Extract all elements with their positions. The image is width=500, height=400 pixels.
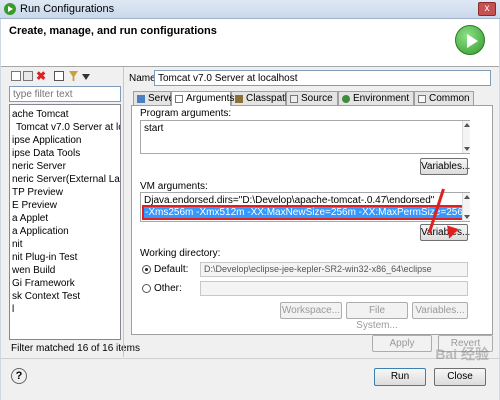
classpath-icon xyxy=(235,95,243,103)
tree-item[interactable]: a Application xyxy=(10,225,69,238)
tree-item[interactable]: wen Build xyxy=(10,264,55,277)
tab-label: Source xyxy=(301,93,333,104)
filter-status: Filter matched 16 of 16 items xyxy=(11,343,140,354)
title-bar: Run Configurations x xyxy=(0,0,500,19)
other-dir-field xyxy=(200,281,468,296)
panel-splitter[interactable] xyxy=(123,67,124,357)
new-config-icon[interactable] xyxy=(11,71,21,81)
program-args-variables-button[interactable]: Variables... xyxy=(420,158,470,175)
collapse-all-icon[interactable] xyxy=(54,71,64,81)
tab-server[interactable]: Server xyxy=(133,91,177,105)
footer-separator xyxy=(1,358,499,359)
vm-args-label: VM arguments: xyxy=(140,181,208,192)
view-menu-chevron-down-icon[interactable] xyxy=(82,74,90,80)
window-title: Run Configurations xyxy=(20,3,115,15)
tree-item[interactable]: ipse Data Tools xyxy=(10,147,80,160)
tab-label: Common xyxy=(429,93,470,104)
working-directory-label: Working directory: xyxy=(140,248,221,259)
config-list-panel: ✖ ache Tomcat Tomcat v7.0 Server at loca… xyxy=(7,67,140,357)
tab-arguments[interactable]: Arguments xyxy=(171,91,235,106)
dialog-body: ✖ ache Tomcat Tomcat v7.0 Server at loca… xyxy=(1,67,499,400)
tab-label: Environment xyxy=(353,93,410,104)
tree-item[interactable]: sk Context Test xyxy=(10,290,80,303)
tree-item[interactable]: nit Plug-in Test xyxy=(10,251,77,264)
other-label: Other: xyxy=(154,283,182,294)
program-args-field[interactable]: start xyxy=(140,120,470,154)
name-field[interactable] xyxy=(154,70,491,86)
help-icon[interactable]: ? xyxy=(11,368,27,384)
program-args-scrollbar[interactable] xyxy=(462,121,470,153)
tab-classpath[interactable]: Classpath xyxy=(231,91,290,105)
default-dir-field: D:\Develop\eclipse-jee-kepler-SR2-win32-… xyxy=(200,262,468,277)
tree-item[interactable]: nit xyxy=(10,238,23,251)
vm-args-line-1: Djava.endorsed.dirs="D:\Develop\apache-t… xyxy=(144,195,435,206)
tree-item-selected[interactable]: Tomcat v7.0 Server at localho xyxy=(10,121,120,134)
tab-common[interactable]: Common xyxy=(414,91,474,105)
config-editor-panel: Name: Server Arguments Classpath Source … xyxy=(127,67,497,357)
config-tree[interactable]: ache Tomcat Tomcat v7.0 Server at localh… xyxy=(9,104,121,340)
vm-args-field[interactable]: Djava.endorsed.dirs="D:\Develop\apache-t… xyxy=(140,192,470,222)
run-button[interactable]: Run xyxy=(374,368,426,386)
delete-config-icon[interactable]: ✖ xyxy=(36,70,48,82)
common-icon xyxy=(418,95,426,103)
tree-item[interactable]: l xyxy=(10,303,14,316)
window-close-button[interactable]: x xyxy=(478,2,496,16)
filter-input[interactable] xyxy=(9,86,121,102)
close-button[interactable]: Close xyxy=(434,368,486,386)
tree-item[interactable]: ipse Application xyxy=(10,134,82,147)
tree-item[interactable]: Gi Framework xyxy=(10,277,75,290)
tree-item[interactable]: ache Tomcat xyxy=(10,108,69,121)
source-icon xyxy=(290,95,298,103)
arguments-tab-panel: Program arguments: start Variables... VM… xyxy=(131,105,493,335)
watermark: Bai 经验 xyxy=(435,346,489,362)
tab-label: Classpath xyxy=(246,93,291,104)
dialog-header: Create, manage, and run configurations xyxy=(1,19,499,67)
duplicate-config-icon[interactable] xyxy=(23,71,33,81)
working-directory-group: Working directory: Default: D:\Develop\e… xyxy=(140,248,488,331)
program-args-label: Program arguments: xyxy=(140,108,232,119)
tab-label: Arguments xyxy=(186,93,235,104)
server-icon xyxy=(137,95,145,103)
apply-button[interactable]: Apply xyxy=(372,335,432,352)
working-dir-variables-button[interactable]: Variables... xyxy=(412,302,468,319)
run-config-app-icon xyxy=(4,3,16,15)
config-toolbar: ✖ xyxy=(9,70,121,84)
workspace-button[interactable]: Workspace... xyxy=(280,302,342,319)
tab-source[interactable]: Source xyxy=(286,91,338,105)
tree-item[interactable]: neric Server xyxy=(10,160,66,173)
tab-environment[interactable]: Environment xyxy=(338,91,414,105)
file-system-button[interactable]: File System... xyxy=(346,302,408,331)
config-tabs: Server Arguments Classpath Source Enviro… xyxy=(133,91,493,106)
tree-item[interactable]: E Preview xyxy=(10,199,57,212)
tree-item[interactable]: TP Preview xyxy=(10,186,63,199)
environment-icon xyxy=(342,95,350,103)
vm-args-line-2-selected: -Xms256m -Xmx512m -XX:MaxNewSize=256m -X… xyxy=(141,205,469,220)
dialog-heading: Create, manage, and run configurations xyxy=(9,25,217,37)
default-radio[interactable] xyxy=(142,265,151,274)
tree-item[interactable]: a Applet xyxy=(10,212,48,225)
filter-icon[interactable] xyxy=(69,71,78,81)
other-radio[interactable] xyxy=(142,284,151,293)
run-icon xyxy=(455,25,485,55)
program-args-value: start xyxy=(144,123,164,134)
arguments-icon xyxy=(175,95,183,103)
default-label: Default: xyxy=(154,264,189,275)
vm-args-scrollbar[interactable] xyxy=(462,193,470,221)
tree-item[interactable]: neric Server(External Launch) xyxy=(10,173,120,186)
